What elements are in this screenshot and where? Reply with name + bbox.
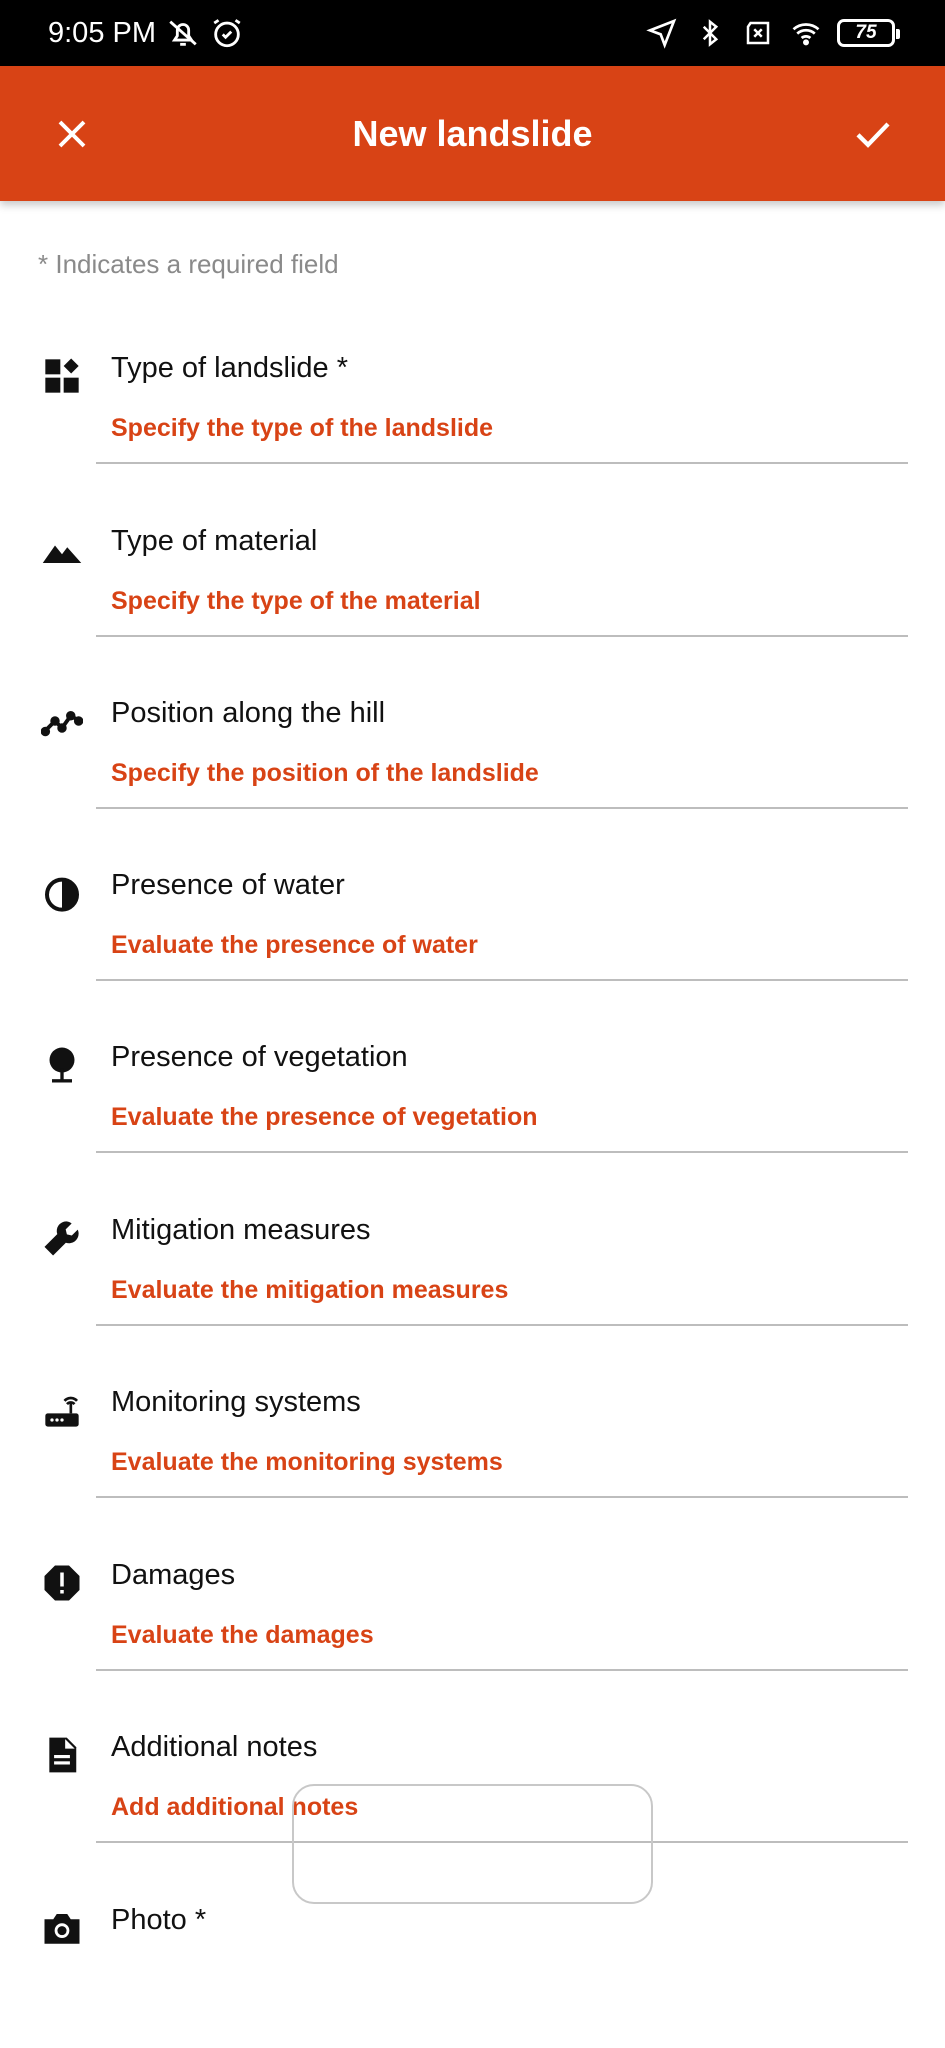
- field-label: Monitoring systems: [111, 1386, 361, 1418]
- battery-icon: 75: [837, 19, 900, 47]
- monitoring-systems-input[interactable]: Evaluate the monitoring systems: [96, 1438, 908, 1498]
- field-label: Presence of vegetation: [111, 1041, 408, 1073]
- tree-icon: [38, 1041, 86, 1089]
- mute-icon: [166, 16, 200, 50]
- alarm-icon: [210, 16, 244, 50]
- water-presence-input[interactable]: Evaluate the presence of water: [96, 921, 908, 981]
- status-right: 75: [645, 16, 900, 50]
- confirm-button[interactable]: [841, 102, 905, 166]
- bluetooth-icon: [693, 16, 727, 50]
- field-presence-of-vegetation: Presence of vegetation Evaluate the pres…: [0, 1029, 945, 1153]
- field-damages: Damages Evaluate the damages: [0, 1547, 945, 1671]
- field-monitoring-systems: Monitoring systems Evaluate the monitori…: [0, 1374, 945, 1498]
- field-label: Damages: [111, 1559, 236, 1591]
- status-time: 9:05 PM: [48, 16, 156, 49]
- check-icon: [856, 121, 890, 148]
- app-bar: New landslide: [0, 66, 945, 201]
- widgets-icon: [38, 352, 86, 400]
- field-label: Type of landslide *: [111, 352, 348, 384]
- add-photo-button[interactable]: [292, 1784, 653, 1904]
- field-type-of-material: Type of material Specify the type of the…: [0, 513, 945, 637]
- field-label: Additional notes: [111, 1731, 318, 1763]
- required-hint: * Indicates a required field: [38, 249, 339, 279]
- field-label: Type of material: [111, 525, 318, 557]
- close-icon: [58, 120, 86, 147]
- hill-position-input[interactable]: Specify the position of the landslide: [96, 749, 908, 809]
- field-label: Photo *: [111, 1904, 207, 1936]
- damages-input[interactable]: Evaluate the damages: [96, 1611, 908, 1671]
- status-bar: 9:05 PM 75: [0, 0, 945, 66]
- document-icon: [38, 1731, 86, 1779]
- wrench-icon: [38, 1214, 86, 1262]
- status-left: 9:05 PM: [48, 16, 244, 50]
- vegetation-presence-input[interactable]: Evaluate the presence of vegetation: [96, 1093, 908, 1153]
- sim-off-icon: [741, 16, 775, 50]
- field-label: Position along the hill: [111, 697, 386, 729]
- wifi-icon: [789, 16, 823, 50]
- landslide-type-input[interactable]: Specify the type of the landslide: [96, 404, 908, 464]
- mitigation-measures-input[interactable]: Evaluate the mitigation measures: [96, 1266, 908, 1326]
- report-icon: [38, 1559, 86, 1607]
- field-mitigation-measures: Mitigation measures Evaluate the mitigat…: [0, 1202, 945, 1326]
- water-drop-icon: [38, 869, 86, 917]
- material-type-input[interactable]: Specify the type of the material: [96, 577, 908, 637]
- field-label: Presence of water: [111, 869, 345, 901]
- field-label: Mitigation measures: [111, 1214, 371, 1246]
- field-type-of-landslide: Type of landslide * Specify the type of …: [0, 340, 945, 464]
- page-title: New landslide: [352, 112, 593, 154]
- camera-icon: [38, 1904, 86, 1952]
- close-button[interactable]: [40, 102, 104, 166]
- field-presence-of-water: Presence of water Evaluate the presence …: [0, 857, 945, 981]
- field-photo: Photo *: [0, 1892, 945, 2012]
- terrain-icon: [38, 525, 86, 573]
- router-icon: [38, 1386, 86, 1434]
- location-icon: [645, 16, 679, 50]
- trend-line-icon: [38, 697, 86, 745]
- field-position-along-hill: Position along the hill Specify the posi…: [0, 685, 945, 809]
